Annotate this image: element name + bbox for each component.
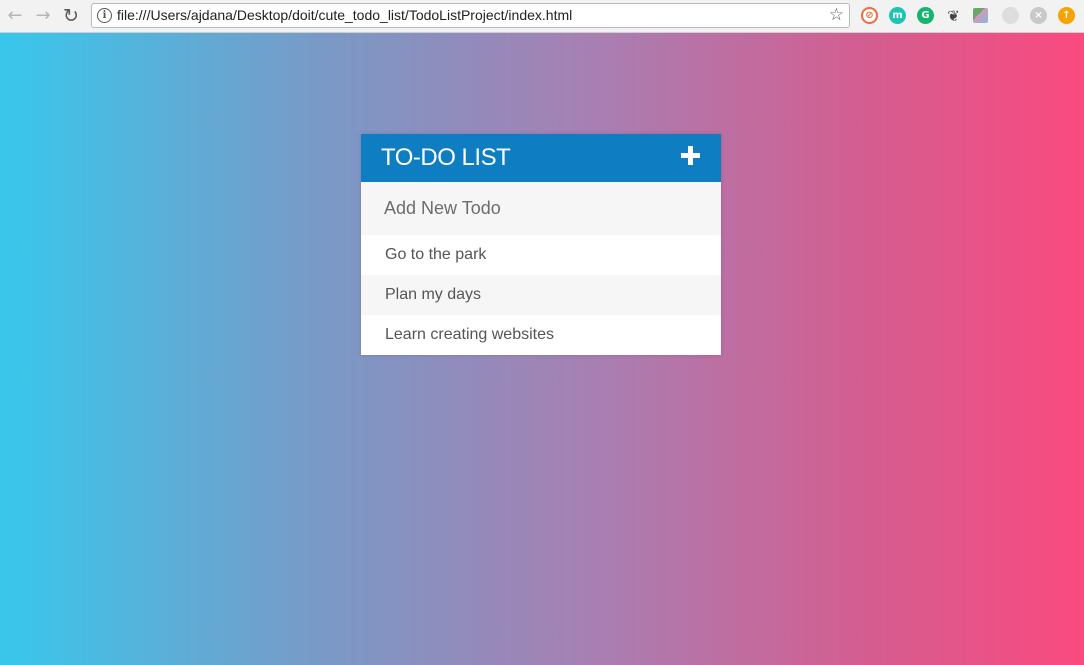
reload-icon[interactable]: ↻ (60, 5, 82, 27)
evernote-icon[interactable]: ❦ (945, 7, 962, 25)
todo-card: TO-DO LIST Go to the park Plan my days L… (361, 134, 721, 355)
bookmark-star-icon[interactable]: ☆ (829, 5, 844, 25)
todo-title: TO-DO LIST (381, 144, 511, 171)
address-bar[interactable]: i file:///Users/ajdana/Desktop/doit/cute… (91, 3, 850, 28)
todo-header: TO-DO LIST (361, 134, 721, 182)
back-arrow-icon[interactable]: ← (4, 5, 26, 27)
info-icon[interactable]: i (97, 8, 112, 23)
extension-6-icon[interactable] (1002, 7, 1019, 24)
new-todo-input[interactable] (361, 182, 721, 235)
todo-item[interactable]: Plan my days (361, 275, 721, 315)
todo-item[interactable]: Go to the park (361, 235, 721, 275)
plus-icon[interactable] (679, 144, 703, 168)
extension-5-icon[interactable] (973, 8, 988, 23)
page-background: TO-DO LIST Go to the park Plan my days L… (0, 33, 1084, 665)
todo-list: Go to the park Plan my days Learn creati… (361, 235, 721, 355)
extension-m-icon[interactable]: m (889, 7, 906, 24)
extension-7-icon[interactable]: × (1030, 7, 1047, 24)
todo-item[interactable]: Learn creating websites (361, 315, 721, 355)
extension-1-icon[interactable]: ⊘ (861, 7, 878, 24)
extension-8-icon[interactable]: ↑ (1058, 7, 1075, 24)
url-text[interactable]: file:///Users/ajdana/Desktop/doit/cute_t… (117, 7, 572, 23)
grammarly-icon[interactable]: G (917, 7, 934, 24)
forward-arrow-icon[interactable]: → (32, 5, 54, 27)
browser-toolbar: ← → ↻ i file:///Users/ajdana/Desktop/doi… (0, 0, 1084, 33)
